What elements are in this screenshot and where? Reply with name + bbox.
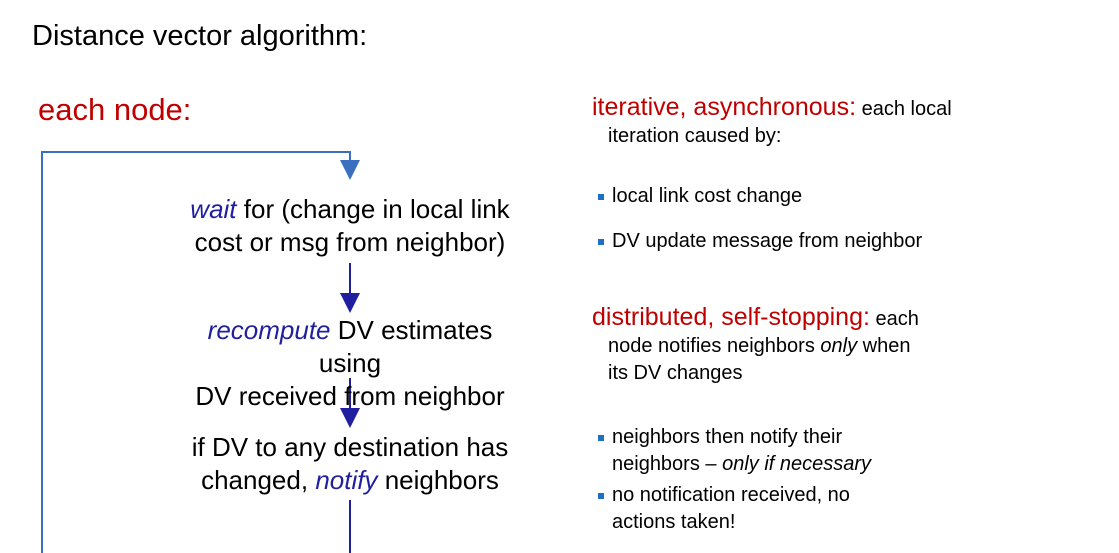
iterative-text-b: iteration caused by: <box>608 125 782 147</box>
step-notify-line2a: changed, <box>201 465 316 495</box>
distributed-bullet-1-line1: neighbors then notify their <box>612 426 843 448</box>
iterative-bullet-1: local link cost change <box>597 183 802 210</box>
step-notify: if DV to any destination has changed, no… <box>180 431 520 497</box>
step-recompute: recompute DV estimates using DV received… <box>180 314 520 413</box>
distributed-text-b2: when <box>857 335 911 357</box>
step-wait-line2: cost or msg from neighbor) <box>194 227 506 257</box>
iterative-bullet-2: DV update message from neighbor <box>597 228 922 255</box>
only-if-necessary: only if necessary <box>722 453 872 475</box>
step-wait: wait for (change in local link cost or m… <box>180 193 520 259</box>
step-recompute-line1: DV estimates using <box>318 315 493 378</box>
step-notify-line1: if DV to any destination has <box>191 432 509 462</box>
distributed-heading: distributed, self-stopping: <box>592 303 870 331</box>
distributed-bullet-2-line1: no notification received, no <box>612 484 850 506</box>
distributed-bullet-1: neighbors then notify their neighbors – … <box>597 424 872 478</box>
step-recompute-line2: DV received from neighbor <box>195 381 505 411</box>
iterative-heading: iterative, asynchronous: <box>592 93 857 121</box>
wait-keyword: wait <box>190 194 237 224</box>
distributed-text-a: each <box>869 308 919 330</box>
distributed-bullet-2-line2: actions taken! <box>612 511 736 533</box>
iterative-section: iterative, asynchronous: each local iter… <box>592 94 1112 150</box>
distributed-bullet-2: no notification received, no actions tak… <box>598 482 850 536</box>
distributed-bullet-1-line2a: neighbors – <box>612 453 723 475</box>
distributed-text-c: its DV changes <box>608 362 743 384</box>
step-notify-line2b: neighbors <box>377 465 499 495</box>
flow-loop-diagram <box>41 151 360 553</box>
step-wait-line1: for (change in local link <box>236 194 510 224</box>
distributed-section: distributed, self-stopping: each node no… <box>592 304 1112 387</box>
recompute-keyword: recompute <box>207 315 331 345</box>
distributed-text-b1: node notifies neighbors <box>608 335 821 357</box>
notify-keyword: notify <box>315 465 378 495</box>
iterative-text-a: each local <box>856 98 952 120</box>
distributed-only: only <box>820 335 858 357</box>
